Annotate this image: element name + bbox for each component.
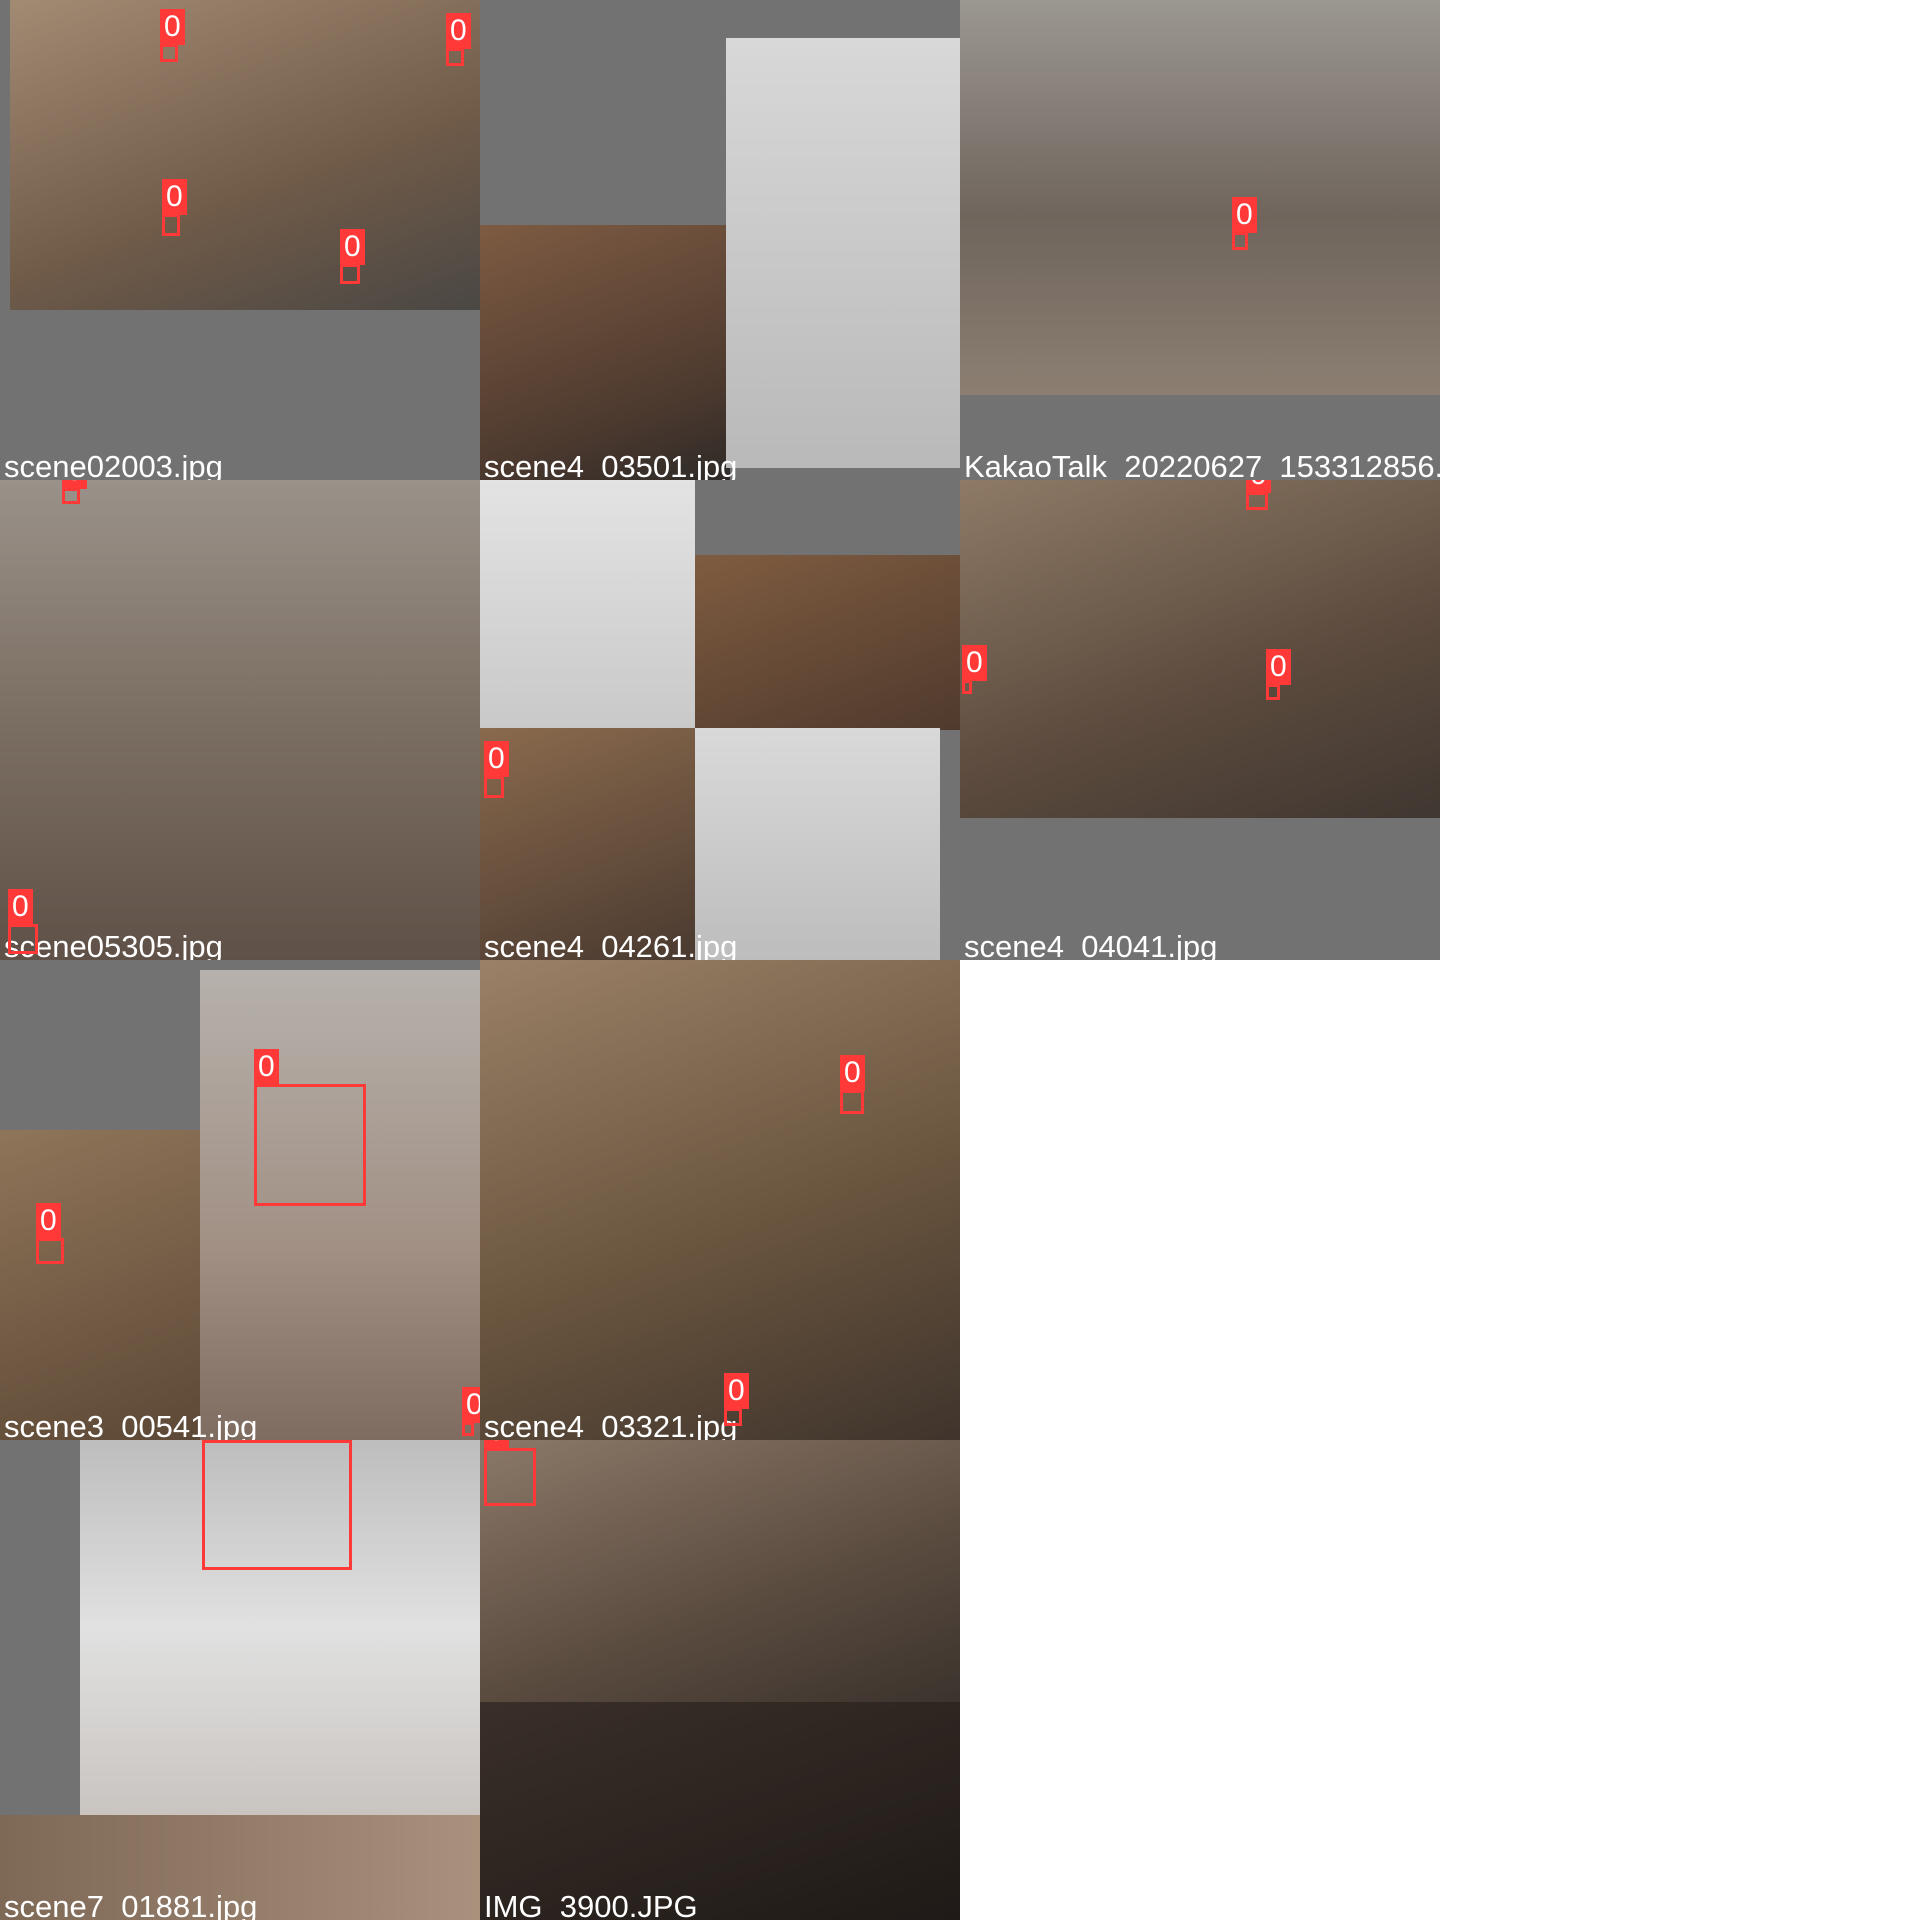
detection-box: 0	[162, 179, 187, 236]
class-label: 0	[8, 889, 33, 925]
mosaic-tile: 0 0 0 0 scene02003.jpg	[0, 0, 480, 480]
detection-box: 0	[202, 1440, 352, 1570]
detection-box: 0	[446, 13, 471, 66]
tile-image	[695, 728, 940, 960]
image-filename: scene3_00541.jpg	[4, 1409, 258, 1440]
tile-image	[695, 555, 960, 730]
detection-box: 0	[484, 1440, 536, 1506]
detection-box: 0	[484, 741, 509, 798]
class-label: 0	[202, 1440, 227, 1441]
detection-box: 0	[962, 645, 987, 694]
tile-image	[480, 480, 695, 728]
tile-image	[480, 225, 730, 480]
class-label: 0	[840, 1055, 865, 1091]
image-filename: scene4_03501.jpg	[484, 449, 738, 480]
image-filename: scene4_03321.jpg	[484, 1409, 738, 1440]
image-filename: IMG_3900.JPG	[484, 1889, 698, 1920]
class-label: 0	[446, 13, 471, 49]
class-label: 0	[340, 229, 365, 265]
mosaic-tile: 0 0 scene4_03321.jpg	[480, 960, 960, 1440]
detection-box: 0	[36, 1203, 64, 1264]
tile-image	[10, 0, 480, 310]
detection-box: 0	[62, 480, 87, 504]
image-filename: scene02003.jpg	[4, 449, 223, 480]
class-label: 0	[962, 645, 987, 681]
mosaic-tile: 0 KakaoTalk_20220627_153312856.jpg	[960, 0, 1440, 480]
class-label: 0	[254, 1049, 279, 1085]
mosaic-tile: 0 0 0 scene3_00541.jpg	[0, 960, 480, 1440]
detection-box: 0	[340, 229, 365, 284]
detection-box: 0	[1266, 649, 1291, 700]
image-filename: scene4_04261.jpg	[484, 929, 738, 960]
class-label: 0	[724, 1373, 749, 1409]
class-label: 0	[1232, 197, 1257, 233]
class-label: 0	[462, 1387, 480, 1423]
detection-box: 0	[462, 1387, 480, 1436]
class-label: 0	[1246, 480, 1271, 493]
image-filename: scene7_01881.jpg	[4, 1889, 258, 1920]
detection-box: 0	[1246, 480, 1271, 510]
class-label: 0	[160, 9, 185, 45]
mosaic-tile: 0 scene7_01881.jpg	[0, 1440, 480, 1920]
mosaic-tile: 0 0 scene05305.jpg	[0, 480, 480, 960]
tile-image	[0, 480, 480, 960]
class-label: 0	[162, 179, 187, 215]
batch-mosaic-grid: 0 0 0 0 scene02003.jpg scene4_03501.jpg …	[0, 0, 1920, 1920]
mosaic-tile: scene4_03501.jpg	[480, 0, 960, 480]
detection-box: 0	[8, 889, 38, 954]
tile-image	[480, 1702, 960, 1920]
tile-image	[960, 480, 1440, 818]
tile-image	[960, 0, 1440, 395]
tile-image	[480, 960, 960, 1440]
mosaic-tile: 0 IMG_3900.JPG	[480, 1440, 960, 1920]
detection-box: 0	[254, 1049, 366, 1206]
detection-box: 0	[724, 1373, 749, 1426]
mosaic-tile: 0 0 0 scene4_04041.jpg	[960, 480, 1440, 960]
class-label: 0	[484, 1440, 509, 1449]
class-label: 0	[1266, 649, 1291, 685]
class-label: 0	[36, 1203, 61, 1239]
tile-image	[480, 728, 695, 960]
detection-box: 0	[840, 1055, 865, 1114]
mosaic-tile: 0 scene4_04261.jpg	[480, 480, 960, 960]
detection-box: 0	[1232, 197, 1257, 250]
tile-image	[726, 38, 960, 468]
tile-image	[480, 1440, 960, 1702]
image-filename: scene4_04041.jpg	[964, 929, 1218, 960]
image-filename: KakaoTalk_20220627_153312856.jpg	[964, 449, 1440, 480]
class-label: 0	[62, 480, 87, 489]
tile-image	[0, 1130, 200, 1440]
detection-box: 0	[160, 9, 185, 62]
class-label: 0	[484, 741, 509, 777]
